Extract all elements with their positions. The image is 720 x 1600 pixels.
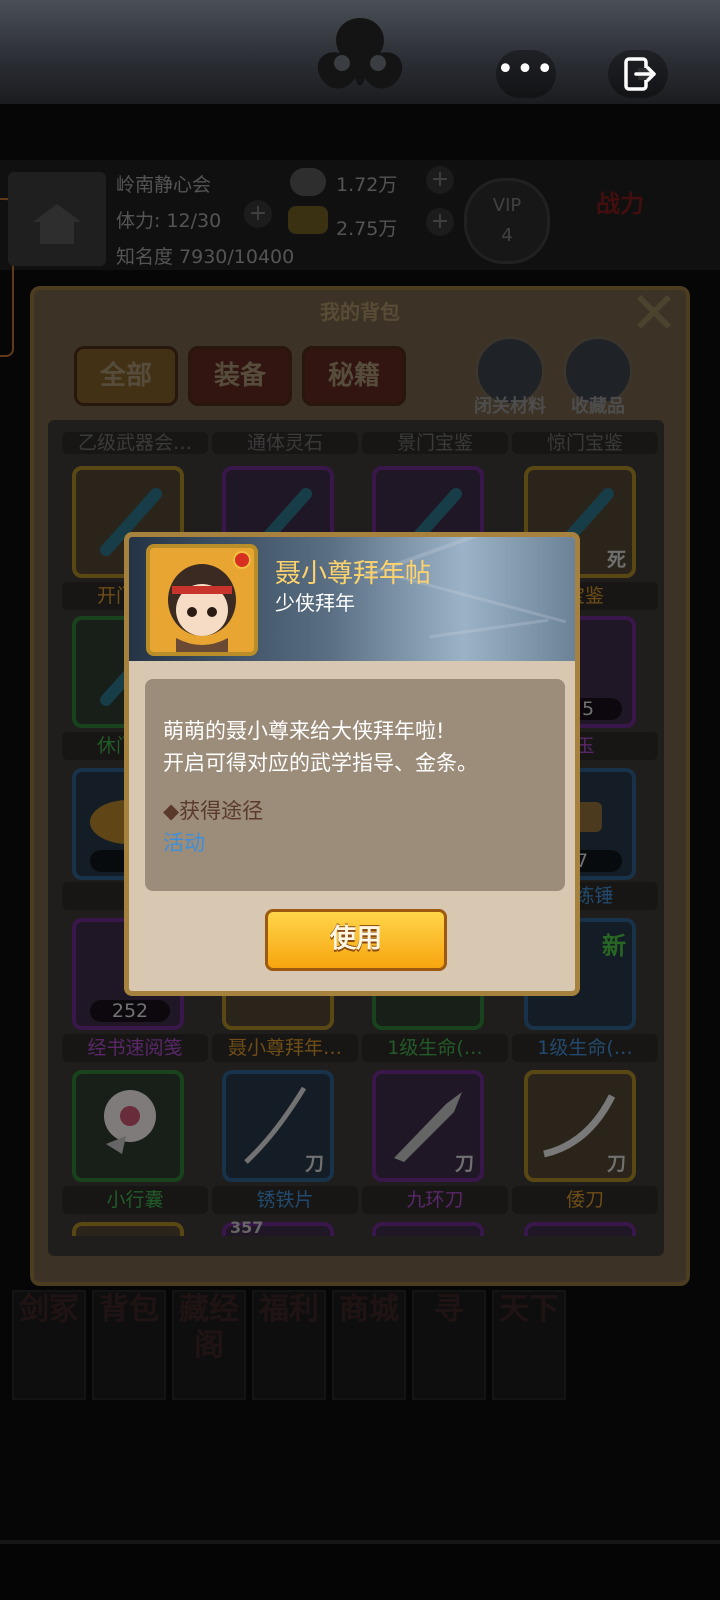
exit-icon <box>624 57 656 91</box>
description-box <box>145 679 565 891</box>
exit-button[interactable] <box>608 50 668 98</box>
item-title: 聂小尊拜年帖 <box>275 559 432 589</box>
item-detail-dialog: 聂小尊拜年帖 少侠拜年 萌萌的聂小尊来给大侠拜年啦! 开启可得对应的武学指导、金… <box>124 532 580 996</box>
item-subtitle: 少侠拜年 <box>275 591 355 615</box>
description-line-1: 萌萌的聂小尊来给大侠拜年啦! <box>163 719 445 743</box>
description-line-2: 开启可得对应的武学指导、金条。 <box>163 751 478 775</box>
source-heading: ◆获得途径 <box>163 799 264 823</box>
use-button[interactable]: 使用 <box>265 909 447 971</box>
character-portrait-icon <box>150 548 254 652</box>
more-menu-button[interactable]: ••• <box>496 50 556 98</box>
item-portrait <box>146 544 258 656</box>
cloud-ornament-icon <box>317 18 403 89</box>
source-link-activity[interactable]: 活动 <box>163 827 205 857</box>
